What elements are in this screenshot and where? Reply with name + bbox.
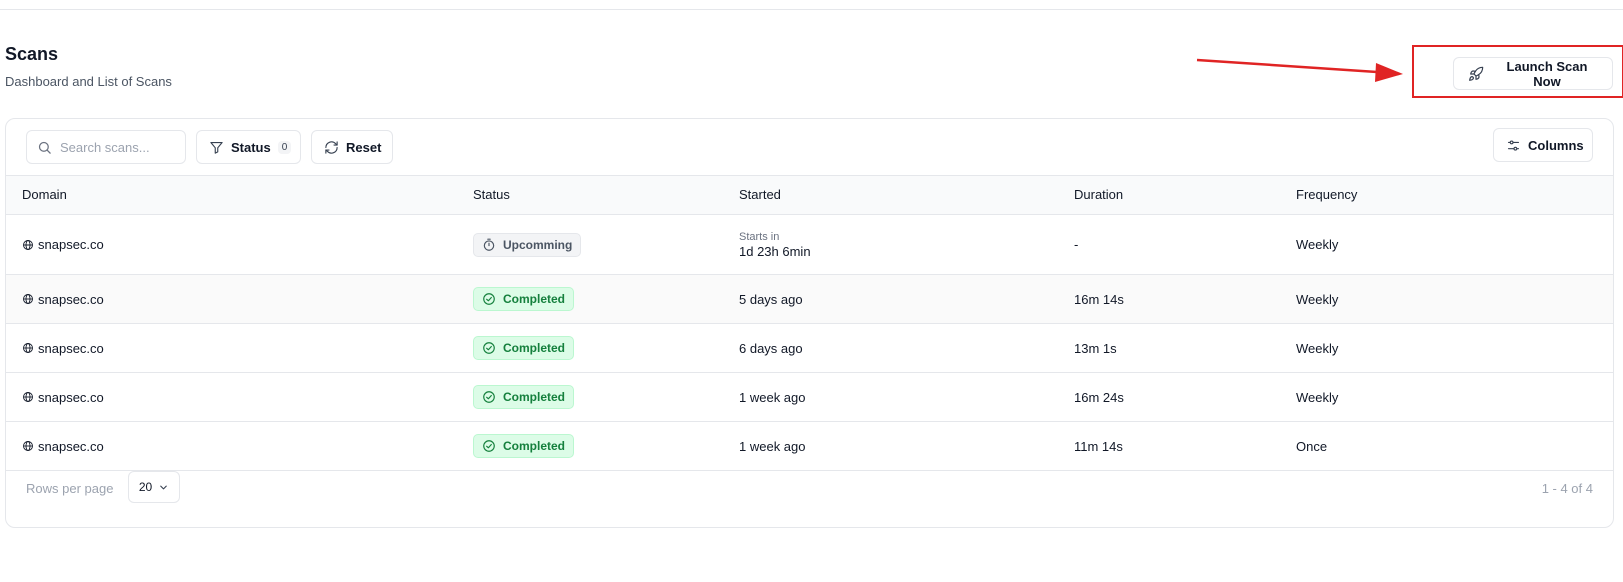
stopwatch-icon	[483, 238, 495, 251]
frequency-cell: Weekly	[1296, 340, 1339, 356]
top-divider	[0, 9, 1623, 10]
rows-per-page-value: 20	[138, 480, 153, 494]
domain-cell: snapsec.co	[22, 215, 104, 274]
refresh-icon	[325, 140, 338, 154]
column-header-domain[interactable]: Domain	[22, 176, 67, 214]
domain-text: snapsec.co	[38, 438, 104, 454]
domain-cell: snapsec.co	[22, 324, 104, 372]
status-cell: Upcomming	[473, 215, 582, 274]
started-cell: 6 days ago	[739, 340, 803, 356]
status-badge-text: Upcomming	[503, 237, 573, 252]
search-icon	[38, 141, 51, 154]
globe-icon	[23, 441, 33, 451]
started-cell: 5 days ago	[739, 291, 803, 307]
status-badge: Completed	[473, 336, 575, 360]
status-badge-text: Completed	[503, 390, 566, 404]
check-circle-icon	[483, 440, 495, 452]
status-badge: Completed	[473, 434, 575, 458]
status-badge: Upcomming	[473, 232, 582, 257]
table-header: Domain Status Started Duration Frequency	[6, 175, 1613, 215]
page-title: Scans	[5, 44, 59, 64]
domain-cell: snapsec.co	[22, 373, 104, 421]
status-badge-text: Completed	[503, 292, 566, 306]
rows-per-page-label: Rows per page	[26, 481, 114, 496]
annotation-arrow	[1196, 58, 1403, 82]
status-badge-text: Completed	[503, 439, 566, 453]
reset-label: Reset	[346, 139, 382, 155]
status-filter-count: 0	[277, 140, 292, 154]
rows-per-page-select[interactable]: 20	[128, 471, 180, 503]
scans-card: Status 0 Reset Columns Domain Status Sta…	[5, 118, 1614, 528]
column-header-status[interactable]: Status	[473, 176, 510, 214]
launch-scan-button[interactable]: Launch Scan Now	[1453, 57, 1613, 90]
frequency-cell: Weekly	[1296, 389, 1339, 405]
check-circle-icon	[483, 342, 495, 354]
launch-scan-label: Launch Scan Now	[1506, 58, 1588, 89]
frequency-cell: Weekly	[1296, 291, 1339, 307]
started-text: 1d 23h 6min	[739, 243, 811, 259]
chevron-down-icon	[160, 485, 167, 489]
status-filter-button[interactable]: Status 0	[196, 130, 301, 164]
duration-cell: 16m 24s	[1074, 389, 1124, 405]
domain-text: snapsec.co	[38, 291, 104, 307]
status-cell: Completed	[473, 373, 575, 421]
duration-cell: 16m 14s	[1074, 291, 1124, 307]
domain-cell: snapsec.co	[22, 275, 104, 323]
globe-icon	[23, 392, 33, 402]
globe-icon	[23, 343, 33, 353]
started-prefix: Starts in	[739, 230, 780, 243]
domain-text: snapsec.co	[38, 389, 104, 405]
status-cell: Completed	[473, 324, 575, 372]
status-badge: Completed	[473, 385, 575, 409]
status-filter-label: Status	[231, 139, 271, 155]
status-cell: Completed	[473, 275, 575, 323]
domain-text: snapsec.co	[38, 237, 104, 252]
sliders-icon	[1507, 139, 1520, 151]
table-row[interactable]: snapsec.co Completed 6 days ago 13m 1s W…	[6, 324, 1613, 373]
check-circle-icon	[483, 293, 495, 305]
status-badge-text: Completed	[503, 341, 566, 355]
started-cell: Starts in 1d 23h 6min	[739, 215, 811, 274]
filter-icon	[210, 141, 223, 154]
table-toolbar: Status 0 Reset Columns	[6, 119, 1613, 175]
table-footer: Rows per page 20 1 - 4 of 4	[6, 457, 1613, 527]
domain-text: snapsec.co	[38, 340, 104, 356]
column-header-frequency[interactable]: Frequency	[1296, 176, 1357, 214]
reset-button[interactable]: Reset	[311, 130, 393, 164]
rocket-icon	[1469, 66, 1484, 81]
started-cell: 1 week ago	[739, 389, 806, 405]
status-badge: Completed	[473, 287, 575, 311]
pagination-info: 1 - 4 of 4	[1541, 481, 1593, 496]
column-header-started[interactable]: Started	[739, 176, 781, 214]
columns-button[interactable]: Columns	[1493, 128, 1593, 162]
table-row[interactable]: snapsec.co Completed 5 days ago 16m 14s …	[6, 275, 1613, 324]
duration-cell: 13m 1s	[1074, 340, 1117, 356]
frequency-cell: Weekly	[1296, 237, 1339, 252]
search-input[interactable]	[60, 139, 170, 155]
search-box[interactable]	[26, 130, 186, 164]
duration-cell: -	[1074, 237, 1079, 252]
globe-icon	[23, 294, 33, 304]
table-row[interactable]: snapsec.co Upcomming Starts in 1d 23h 6m…	[6, 215, 1613, 275]
table-row[interactable]: snapsec.co Completed 1 week ago 16m 24s …	[6, 373, 1613, 422]
check-circle-icon	[483, 391, 495, 403]
columns-label: Columns	[1528, 137, 1584, 153]
page-subtitle: Dashboard and List of Scans	[5, 74, 172, 89]
globe-icon	[23, 239, 33, 250]
scans-table: Domain Status Started Duration Frequency…	[6, 175, 1613, 471]
column-header-duration[interactable]: Duration	[1074, 176, 1123, 214]
